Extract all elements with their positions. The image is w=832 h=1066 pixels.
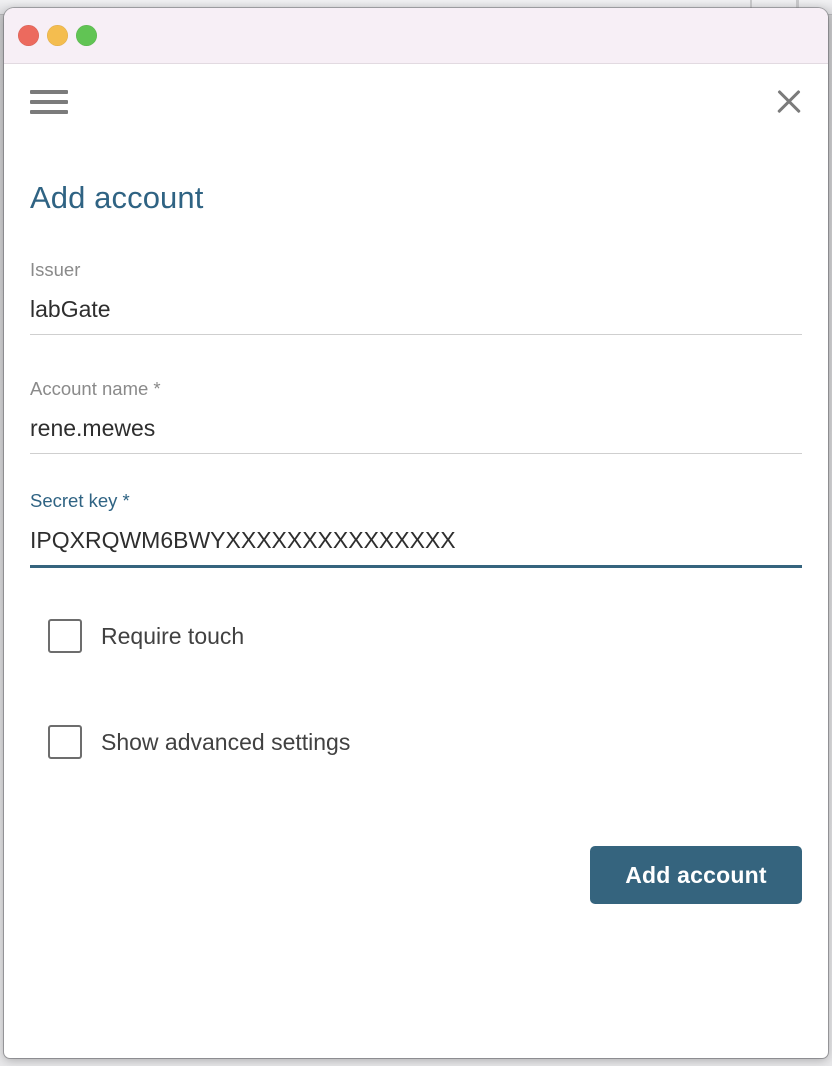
account-name-underline — [30, 453, 802, 454]
zoom-window-button[interactable] — [76, 25, 97, 46]
form-footer: Add account — [30, 846, 802, 904]
account-name-label: Account name * — [30, 378, 161, 399]
page-title: Add account — [30, 180, 204, 215]
issuer-label: Issuer — [30, 259, 81, 280]
window-titlebar — [4, 8, 828, 64]
form-content: Add account Issuer labGate Account name … — [4, 140, 828, 1058]
secret-key-input[interactable]: IPQXRQWM6BWYXXXXXXXXXXXXXXX — [30, 525, 802, 565]
field-secret-key: Secret key * IPQXRQWM6BWYXXXXXXXXXXXXXXX — [30, 490, 802, 568]
options-group: Require touch Show advanced settings — [30, 610, 802, 768]
secret-key-label: Secret key * — [30, 490, 130, 511]
field-issuer: Issuer labGate — [30, 259, 802, 335]
issuer-input[interactable]: labGate — [30, 294, 802, 334]
hamburger-menu-icon[interactable] — [30, 87, 68, 117]
menu-bar-1 — [30, 90, 68, 94]
issuer-underline — [30, 334, 802, 335]
field-account-name: Account name * rene.mewes — [30, 378, 802, 454]
require-touch-checkbox[interactable] — [48, 619, 82, 653]
show-advanced-settings-checkbox[interactable] — [48, 725, 82, 759]
require-touch-label: Require touch — [101, 623, 245, 649]
account-name-input[interactable]: rene.mewes — [30, 413, 802, 453]
minimize-window-button[interactable] — [47, 25, 68, 46]
menu-bar-3 — [30, 110, 68, 114]
app-window: Add account Issuer labGate Account name … — [4, 8, 828, 1058]
add-account-button[interactable]: Add account — [590, 846, 802, 904]
close-window-button[interactable] — [18, 25, 39, 46]
traffic-light-group — [18, 25, 97, 46]
app-toolbar — [4, 64, 828, 140]
show-advanced-settings-label: Show advanced settings — [101, 729, 351, 755]
menu-bar-2 — [30, 100, 68, 104]
close-icon[interactable] — [772, 85, 806, 119]
checkbox-row-show-advanced-settings[interactable]: Show advanced settings — [48, 716, 802, 768]
checkbox-row-require-touch[interactable]: Require touch — [48, 610, 802, 662]
secret-key-underline — [30, 565, 802, 568]
